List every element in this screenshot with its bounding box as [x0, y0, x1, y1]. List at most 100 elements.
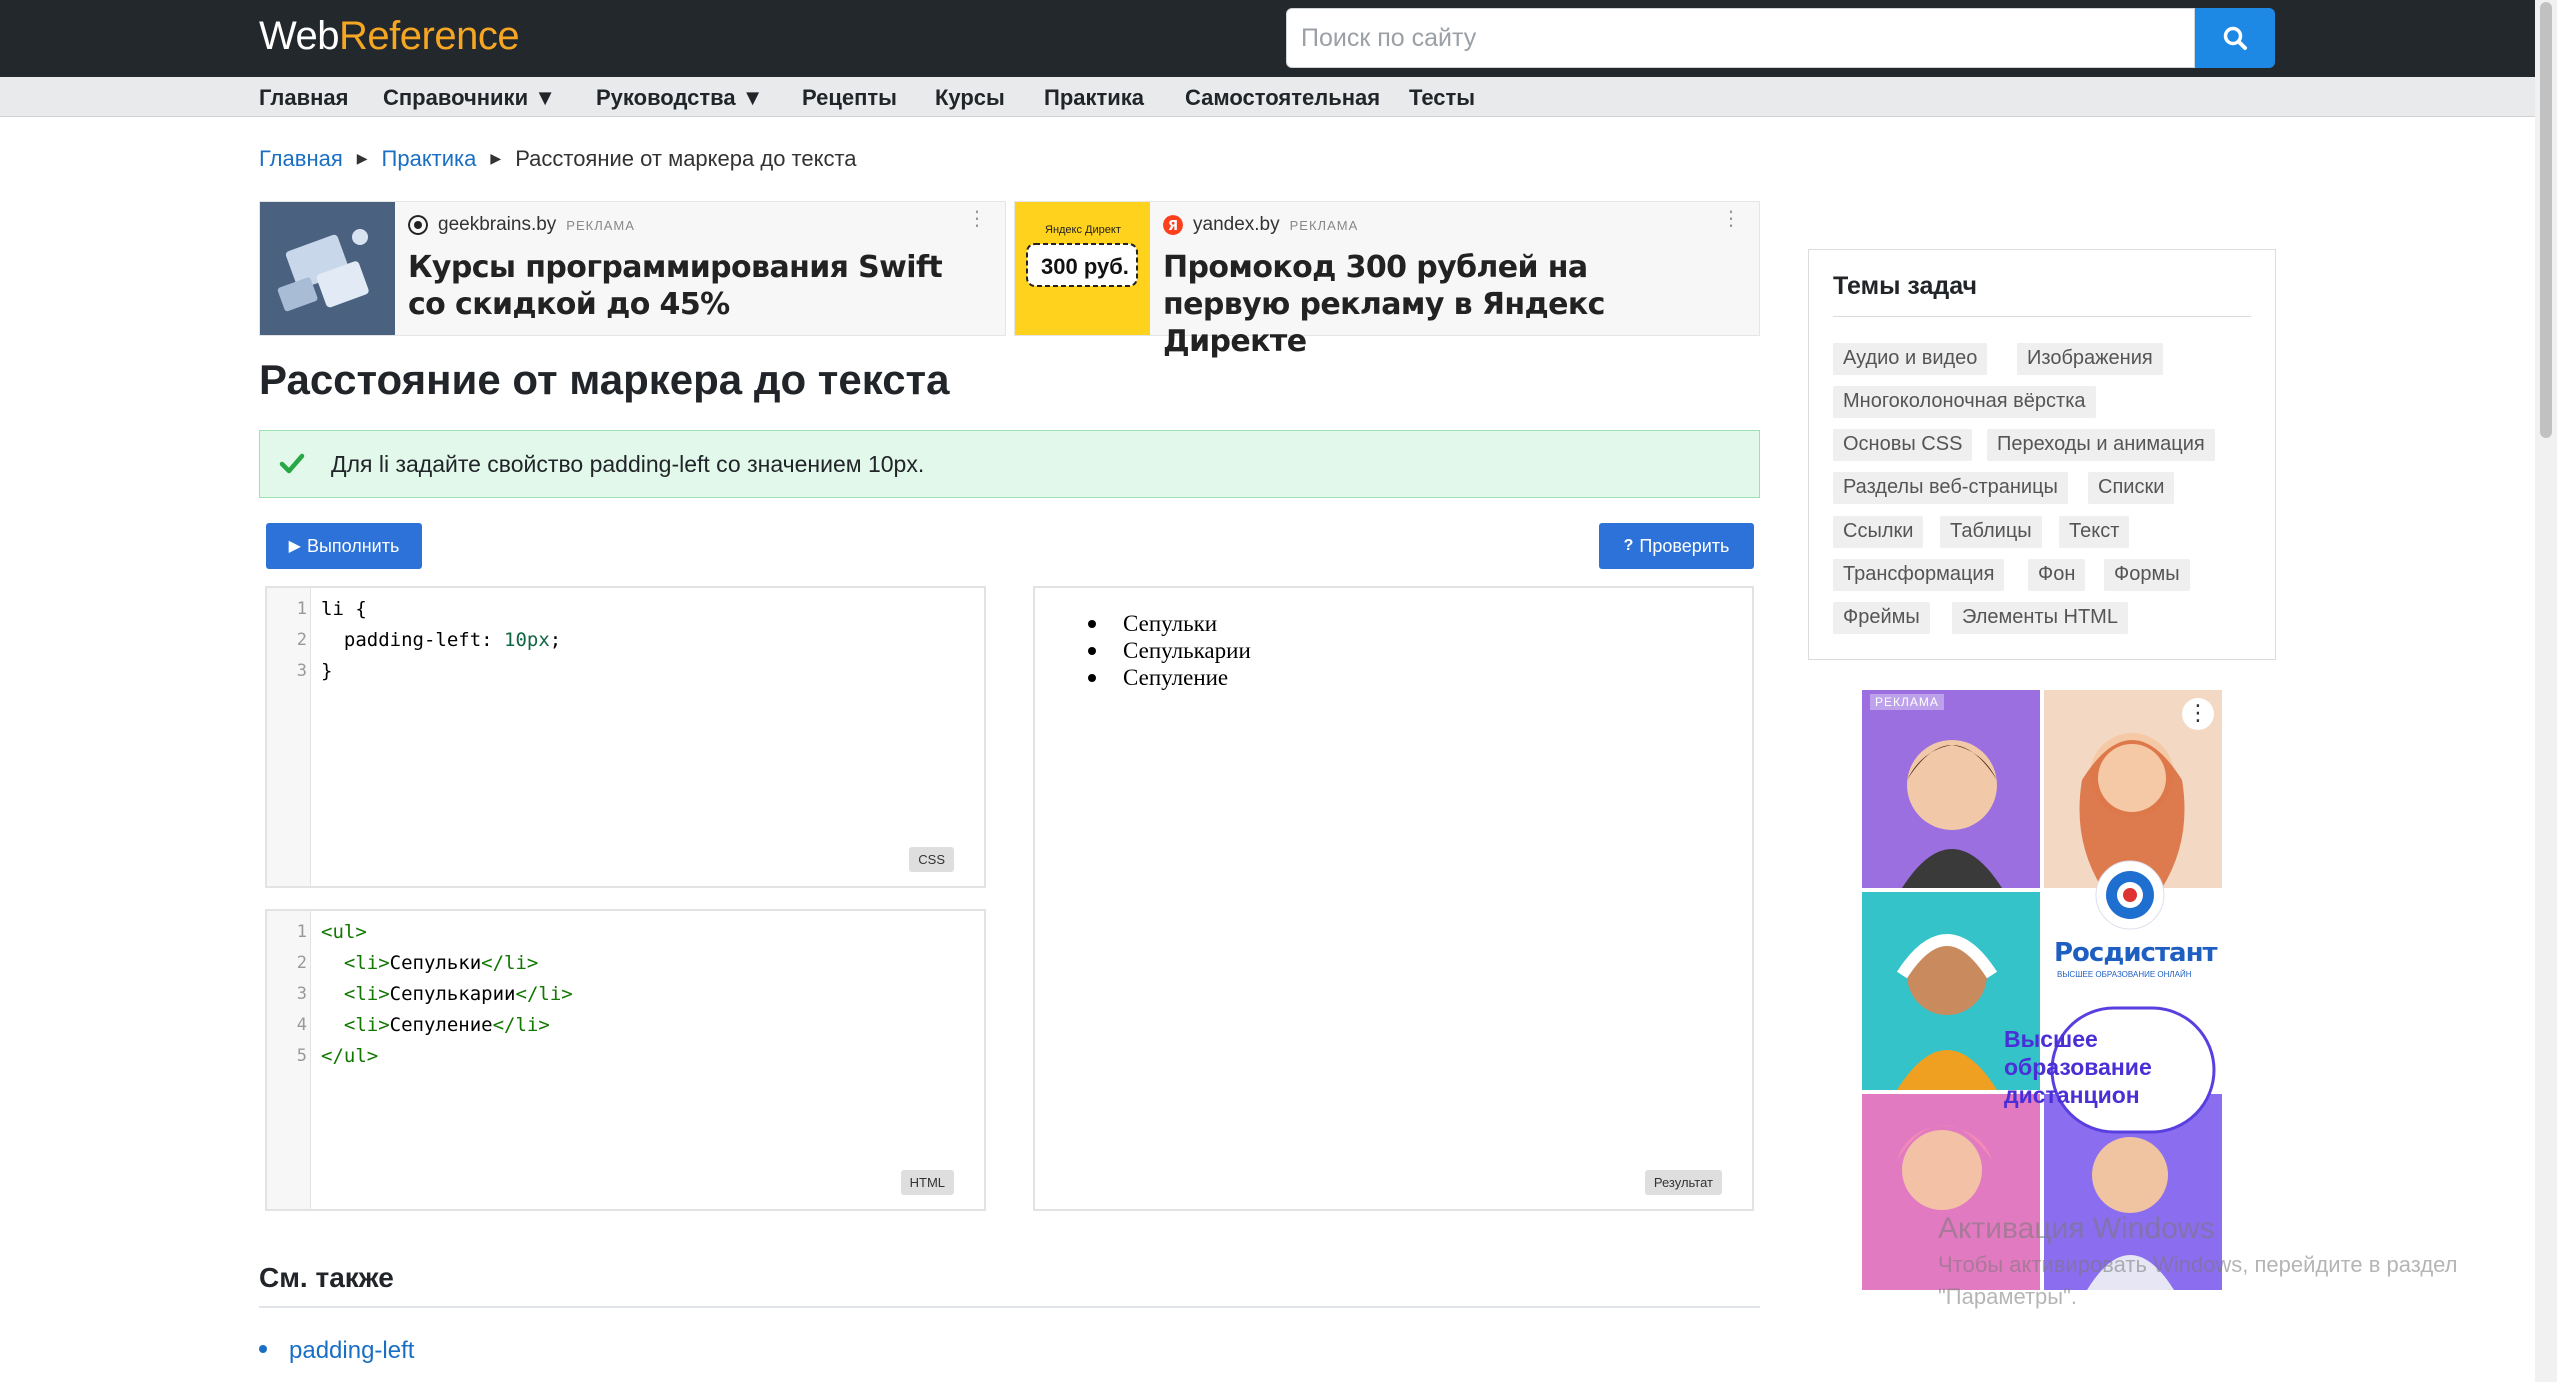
run-button[interactable]: ▶ Выполнить	[266, 523, 422, 569]
divider	[259, 1306, 1760, 1308]
breadcrumb-home[interactable]: Главная	[259, 146, 343, 171]
line-number: 5	[296, 1046, 307, 1066]
code-line: <li>Сепуление</li>	[321, 1014, 550, 1036]
sidebar-ad-brand-sub: ВЫСШЕЕ ОБРАЗОВАНИЕ ОНЛАЙН	[2057, 970, 2192, 979]
ad-source-domain: geekbrains.by	[438, 214, 557, 235]
topic-chip[interactable]: Переходы и анимация	[1987, 429, 2215, 461]
code-line: <ul>	[321, 921, 367, 943]
topic-chip[interactable]: Аудио и видео	[1833, 343, 1988, 375]
sidebar-ad[interactable]: РЕКЛАМА ⋮ Росдистант ВЫСШЕЕ ОБРАЗОВАНИЕ …	[1862, 690, 2222, 1290]
play-icon: ▶	[288, 538, 301, 555]
topic-chip[interactable]: Основы CSS	[1833, 429, 1973, 461]
ad-image-geekbrains	[260, 202, 395, 335]
line-number: 2	[296, 953, 307, 973]
line-gutter: 1 2 3	[267, 588, 311, 886]
html-editor-label: HTML	[900, 1170, 954, 1195]
ad-geekbrains[interactable]: geekbrains.by РЕКЛАМА Курсы программирова…	[259, 201, 1006, 336]
logo-reference: Reference	[339, 14, 520, 58]
css-editor-label: CSS	[909, 847, 954, 872]
code-value: 10px	[504, 629, 550, 651]
run-button-label: Выполнить	[306, 535, 400, 556]
windows-activation-text: Чтобы активировать Windows, перейдите в …	[1938, 1252, 2458, 1277]
ad-image-yandex-badge: 300 руб.	[1041, 254, 1129, 279]
code-line: padding-left: 10px;	[321, 629, 561, 651]
sidebar-ad-tag: РЕКЛАМА	[1870, 694, 1944, 710]
ad-source-domain: yandex.by	[1193, 214, 1280, 235]
topic-chip[interactable]: Фон	[2028, 559, 2086, 591]
result-panel: Сепульки Сепулькарии Сепуление Результат	[1033, 586, 1754, 1211]
code-line: li {	[321, 598, 367, 620]
svg-text:Я: Я	[1168, 219, 1178, 234]
ad-yandex[interactable]: Яндекс Директ 300 руб. Я yandex.by РЕКЛАМ…	[1014, 201, 1760, 359]
topics-panel: Темы задач Аудио и видео Изображения Мно…	[1808, 249, 2276, 660]
code-tag: </li>	[492, 1014, 550, 1036]
breadcrumb-current: Расстояние от маркера до текста	[515, 146, 857, 171]
topic-chip[interactable]: Разделы веб-страницы	[1833, 472, 2068, 504]
line-number: 3	[296, 984, 307, 1004]
nav-recipes[interactable]: Рецепты	[802, 85, 897, 111]
topic-chip[interactable]: Списки	[2088, 472, 2175, 504]
topic-chip[interactable]: Ссылки	[1833, 516, 1924, 548]
code-line: <li>Сепульки</li>	[321, 952, 538, 974]
code-tag: <li>	[343, 952, 390, 974]
more-options-icon[interactable]: ⋮	[967, 209, 987, 229]
line-number: 3	[296, 661, 307, 681]
breadcrumb-practice[interactable]: Практика	[382, 146, 477, 171]
topic-chip[interactable]: Изображения	[2017, 343, 2163, 375]
css-editor[interactable]: 1 2 3 li { padding-left: 10px; } CSS	[265, 586, 986, 888]
sidebar-ad-image	[1862, 690, 2222, 1290]
nav-practice[interactable]: Практика	[1044, 85, 1144, 111]
sidebar-ad-headline: Высшее образование дистанцион	[2004, 1026, 2152, 1108]
topic-chip[interactable]: Формы	[2104, 559, 2190, 591]
check-button[interactable]: ? Проверить	[1599, 523, 1754, 569]
bullet-icon	[259, 1345, 267, 1353]
top-header: WebReference	[0, 0, 2535, 77]
more-options-icon[interactable]: ⋮	[1721, 209, 1741, 229]
nav-tests[interactable]: Тесты	[1409, 85, 1475, 111]
code-property: padding-left:	[321, 629, 505, 651]
divider	[1833, 316, 2251, 317]
see-also-link[interactable]: padding-left	[289, 1337, 414, 1364]
code-line: </ul>	[321, 1045, 379, 1067]
nav-home[interactable]: Главная	[259, 85, 348, 111]
topic-chip[interactable]: Таблицы	[1940, 516, 2042, 548]
site-logo[interactable]: WebReference	[259, 14, 520, 59]
logo-web: Web	[259, 14, 340, 58]
line-number: 1	[296, 599, 307, 619]
ad-tag: РЕКЛАМА	[1289, 217, 1359, 233]
search-button[interactable]	[2195, 8, 2275, 68]
topic-chip[interactable]: Элементы HTML	[1952, 602, 2128, 634]
topic-chip[interactable]: Многоколоночная вёрстка	[1833, 386, 2096, 418]
ad-source: geekbrains.by РЕКЛАМА	[408, 214, 635, 236]
topic-chip[interactable]: Фреймы	[1833, 602, 1930, 634]
code-tag: <li>	[343, 1014, 390, 1036]
line-number: 4	[296, 1015, 307, 1035]
code-text: Сепуление	[389, 1014, 493, 1036]
nav-selfwork[interactable]: Самостоятельная	[1185, 85, 1380, 111]
ad-title[interactable]: Курсы программирования Swift со скидкой …	[408, 249, 968, 323]
breadcrumb-separator: ▶	[490, 150, 502, 166]
question-icon: ?	[1623, 537, 1634, 554]
sidebar-ad-brand: Росдистант	[2054, 938, 2218, 968]
topics-title: Темы задач	[1833, 272, 1978, 300]
topic-chip[interactable]: Трансформация	[1833, 559, 2005, 591]
search-icon	[2223, 26, 2247, 50]
main-nav: Главная Справочники ▼ Руководства ▼ Реце…	[0, 77, 2535, 117]
ad-image-yandex-caption: Яндекс Директ	[1045, 224, 1121, 236]
result-list-item: Сепулькарии	[1088, 638, 1251, 663]
task-text: Для li задайте свойство padding-left со …	[331, 451, 925, 477]
html-editor[interactable]: 1 2 3 4 5 <ul> <li>Сепульки</li> <li>Сеп…	[265, 909, 986, 1211]
nav-references[interactable]: Справочники ▼	[383, 85, 556, 111]
nav-guides[interactable]: Руководства ▼	[596, 85, 764, 111]
search-input[interactable]	[1286, 8, 2195, 68]
nav-courses[interactable]: Курсы	[935, 85, 1005, 111]
more-options-icon[interactable]: ⋮	[2182, 698, 2214, 730]
code-punct: ;	[549, 629, 562, 651]
geekbrains-favicon	[408, 215, 428, 235]
ad-title[interactable]: Промокод 300 рублей на первую рекламу в …	[1163, 249, 1723, 360]
windows-activation-text: "Параметры".	[1938, 1284, 2078, 1309]
yandex-favicon: Я	[1163, 215, 1183, 235]
scrollbar-thumb[interactable]	[2540, 2, 2552, 438]
topic-chip[interactable]: Текст	[2059, 516, 2130, 548]
see-also-item: padding-left	[259, 1337, 414, 1365]
